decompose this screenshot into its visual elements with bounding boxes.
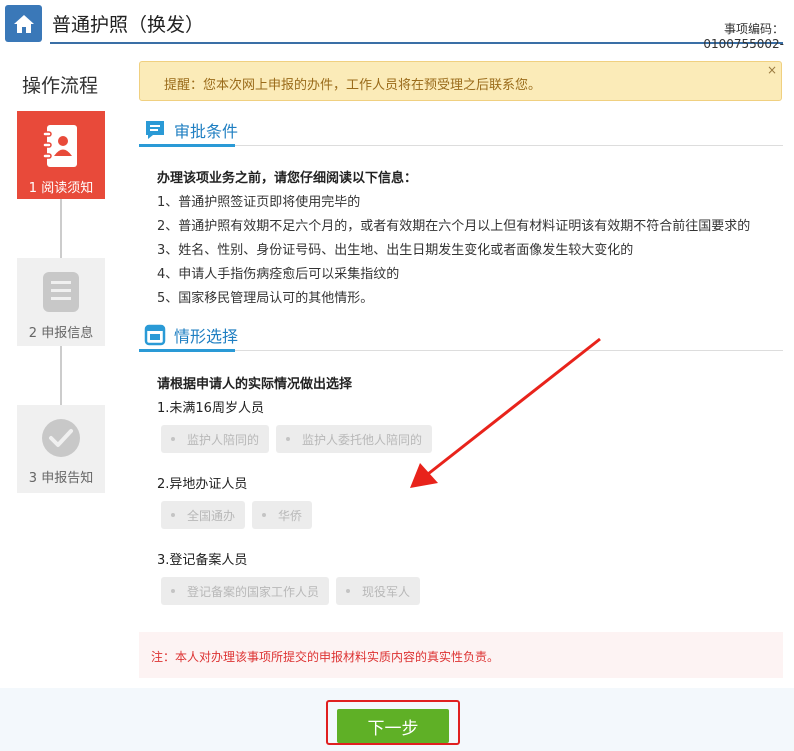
option-label: 全国通办 <box>187 508 236 523</box>
reminder-notice: 提醒：您本次网上申报的办件，工作人员将在预受理之后联系您。 × <box>139 61 782 101</box>
option-active-military[interactable]: 现役军人 <box>336 577 421 605</box>
section-underline <box>139 349 235 352</box>
section-title: 审批条件 <box>174 122 239 141</box>
step-label: 3 申报告知 <box>28 471 94 486</box>
radio-dot <box>171 589 175 593</box>
chat-bubble-icon <box>146 121 164 139</box>
option-nationwide[interactable]: 全国通办 <box>161 501 246 529</box>
radio-dot <box>171 513 175 517</box>
radio-dot <box>346 589 350 593</box>
group-title: 1.未满16周岁人员 <box>157 401 264 416</box>
option-overseas-chinese[interactable]: 华侨 <box>252 501 313 529</box>
section-title: 情形选择 <box>174 327 239 346</box>
document-list-icon <box>43 272 79 312</box>
group-title: 3.登记备案人员 <box>157 553 248 568</box>
condition-item: 2、普通护照有效期不足六个月的，或者有效期在六个月以上但有材料证明该有效期不符合… <box>157 219 751 234</box>
item-code: 事项编码： 0100755002- 03002502150143387011 <box>674 22 784 52</box>
option-guardian-accompany[interactable]: 监护人陪同的 <box>161 425 270 453</box>
step-connector <box>60 199 62 258</box>
option-label: 现役军人 <box>362 584 411 599</box>
step-label: 2 申报信息 <box>28 326 94 341</box>
contact-book-icon <box>42 125 77 167</box>
radio-dot <box>286 437 290 441</box>
section-underline <box>139 144 235 147</box>
option-label: 监护人陪同的 <box>187 432 260 447</box>
group-title: 2.异地办证人员 <box>157 477 248 492</box>
option-label: 监护人委托他人陪同的 <box>302 432 423 447</box>
home-icon <box>13 14 34 33</box>
condition-item: 3、姓名、性别、身份证号码、出生地、出生日期发生变化或者面像发生较大变化的 <box>157 243 634 258</box>
option-guardian-delegate[interactable]: 监护人委托他人陪同的 <box>276 425 433 453</box>
situation-section-header: 情形选择 <box>139 321 783 352</box>
reminder-text: 提醒：您本次网上申报的办件，工作人员将在预受理之后联系您。 <box>164 78 542 93</box>
step-label: 1 阅读须知 <box>28 181 94 196</box>
radio-dot <box>171 437 175 441</box>
notice-close-button[interactable]: × <box>767 63 777 77</box>
item-code-value: 0100755002- <box>703 37 784 51</box>
approval-section-header: 审批条件 <box>139 116 783 147</box>
next-step-button[interactable]: 下一步 <box>337 709 449 743</box>
home-button[interactable] <box>5 5 42 42</box>
page: 普通护照（换发） 事项编码： 0100755002- 0300250215014… <box>0 0 794 751</box>
flow-title: 操作流程 <box>22 75 99 97</box>
step-read-notice[interactable]: 1 阅读须知 <box>17 111 105 199</box>
radio-dot <box>262 513 266 517</box>
window-icon <box>144 324 166 346</box>
condition-item: 4、申请人手指伤病痊愈后可以采集指纹的 <box>157 267 400 282</box>
condition-item: 1、普通护照签证页即将使用完毕的 <box>157 195 361 210</box>
option-label: 登记备案的国家工作人员 <box>187 584 320 599</box>
option-label: 华侨 <box>278 508 303 523</box>
situation-intro: 请根据申请人的实际情况做出选择 <box>157 377 353 392</box>
step-declare-info[interactable]: 2 申报信息 <box>17 258 105 346</box>
item-code-label: 事项编码： <box>723 22 784 36</box>
responsibility-note: 注：本人对办理该事项所提交的申报材料实质内容的真实性负责。 <box>139 632 783 678</box>
page-title: 普通护照（换发） <box>52 14 205 36</box>
approval-intro: 办理该项业务之前，请您仔细阅读以下信息： <box>157 171 418 186</box>
step-declare-notice[interactable]: 3 申报告知 <box>17 405 105 493</box>
check-circle-icon <box>42 419 80 457</box>
option-state-staff[interactable]: 登记备案的国家工作人员 <box>161 577 330 605</box>
step-connector <box>60 346 62 405</box>
condition-item: 5、国家移民管理局认可的其他情形。 <box>157 291 374 306</box>
